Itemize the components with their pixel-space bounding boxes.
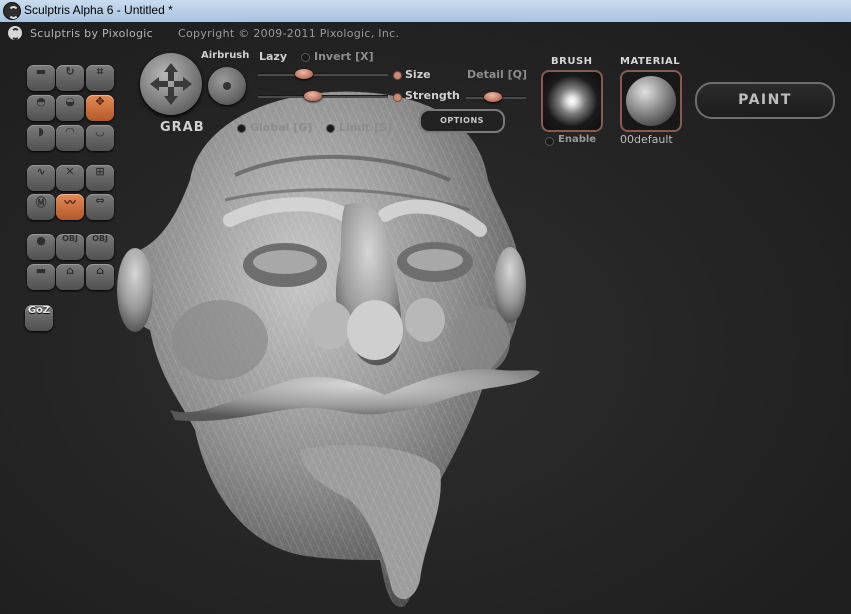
- pinch-icon: ◠: [65, 125, 75, 138]
- grab-label: GRAB: [160, 120, 205, 135]
- wireframe-icon: ⊞: [95, 165, 105, 178]
- plane-icon: ▬: [35, 264, 47, 277]
- size-indicator: [393, 71, 402, 80]
- grab-tool-button[interactable]: ✥: [86, 95, 114, 121]
- save-button[interactable]: ⌂: [56, 264, 84, 290]
- grab-arrows-icon: [150, 63, 192, 105]
- copyright-text: Copyright © 2009-2011 Pixologic, Inc.: [178, 27, 400, 40]
- save-icon: ⌂: [66, 264, 74, 277]
- symmetry-toggle-button[interactable]: 〰: [56, 194, 84, 220]
- strength-indicator: [393, 93, 402, 102]
- flatten-tool-button[interactable]: ◒: [56, 95, 84, 121]
- global-toggle[interactable]: [237, 124, 246, 133]
- limit-toggle[interactable]: [326, 124, 335, 133]
- reduce-tool-button[interactable]: ✕: [56, 165, 84, 191]
- brush-enable-toggle[interactable]: [545, 137, 554, 146]
- symmetry-icon: 〰: [64, 196, 76, 209]
- brush-preview[interactable]: [541, 70, 603, 132]
- options-button[interactable]: OPTIONS: [419, 109, 505, 133]
- rotate-icon: ↻: [65, 65, 75, 78]
- rotate-tool-button[interactable]: ↻: [56, 65, 84, 91]
- crease-tool-button[interactable]: ◡: [86, 125, 114, 151]
- size-slider-track[interactable]: [258, 95, 388, 98]
- import-obj-button[interactable]: OBJ: [56, 234, 84, 260]
- airbrush-label: Airbrush: [201, 50, 250, 61]
- material-sphere-icon: [626, 76, 676, 126]
- window-title-bar: Sculptris Alpha 6 - Untitled *: [0, 0, 851, 23]
- sculptris-app-icon: [3, 2, 21, 20]
- wireframe-toggle-button[interactable]: ⊞: [86, 165, 114, 191]
- new-plane-button[interactable]: ▬: [27, 264, 55, 290]
- strength-label: Strength: [405, 89, 460, 102]
- airbrush-toggle[interactable]: [208, 67, 246, 105]
- draw-icon: ◓: [36, 95, 46, 108]
- size-label: Size: [405, 68, 431, 81]
- save-as-button[interactable]: ⌂: [86, 264, 114, 290]
- open-file-icon: ▬: [35, 65, 47, 78]
- invert-toggle[interactable]: [301, 53, 310, 62]
- open-file-button[interactable]: ▬: [27, 65, 55, 91]
- sculptris-logo-icon: [8, 26, 22, 40]
- material-preview[interactable]: [620, 70, 682, 132]
- window-title: Sculptris Alpha 6 - Untitled *: [24, 3, 173, 17]
- mirror-button[interactable]: ⇔: [86, 194, 114, 220]
- material-name: 00default: [620, 133, 673, 146]
- paint-button[interactable]: PAINT: [695, 82, 835, 119]
- invert-label: Invert [X]: [314, 50, 374, 63]
- save-as-icon: ⌂: [96, 264, 104, 277]
- crop-tool-button[interactable]: ⌗: [86, 65, 114, 91]
- sphere-icon: ●: [36, 234, 46, 247]
- import-obj-label: OBJ: [62, 234, 78, 243]
- detail-slider-knob[interactable]: [484, 92, 502, 102]
- crease-icon: ◡: [95, 125, 105, 138]
- smooth-tool-button[interactable]: ∿: [27, 165, 55, 191]
- sculptris-window: Sculptris Alpha 6 - Untitled * Sculptris…: [0, 0, 851, 614]
- flatten-icon: ◒: [65, 95, 75, 108]
- draw-tool-button[interactable]: ◓: [27, 95, 55, 121]
- export-obj-label: OBJ: [92, 234, 108, 243]
- brush-enable-label: Enable: [558, 134, 597, 145]
- material-title: MATERIAL: [620, 56, 681, 67]
- grab-brush-button[interactable]: [140, 53, 202, 115]
- crop-icon: ⌗: [96, 65, 104, 78]
- inflate-tool-button[interactable]: ◗: [27, 125, 55, 151]
- size-slider-knob[interactable]: [303, 91, 322, 101]
- mirror-arrows-icon: ⇔: [95, 194, 105, 207]
- lazy-slider-track[interactable]: [258, 73, 388, 76]
- mask-icon: Ⓜ: [35, 196, 47, 209]
- export-obj-button[interactable]: OBJ: [86, 234, 114, 260]
- new-sphere-button[interactable]: ●: [27, 234, 55, 260]
- brush-title: BRUSH: [551, 56, 593, 67]
- smooth-icon: ∿: [36, 165, 46, 178]
- detail-label: Detail [Q]: [467, 68, 528, 81]
- inflate-icon: ◗: [38, 125, 44, 138]
- lazy-label: Lazy: [259, 50, 288, 63]
- goz-label: GoZ: [27, 305, 51, 316]
- mask-tool-button[interactable]: Ⓜ: [27, 194, 55, 220]
- reduce-icon: ✕: [65, 165, 75, 178]
- limit-label: Limit [S]: [339, 121, 393, 134]
- pinch-tool-button[interactable]: ◠: [56, 125, 84, 151]
- move-arrows-icon: ✥: [95, 95, 105, 108]
- global-label: Global [G]: [250, 121, 313, 134]
- app-header: Sculptris by Pixologic Copyright © 2009-…: [0, 22, 851, 44]
- goz-button[interactable]: GoZ: [25, 305, 53, 331]
- lazy-slider-knob[interactable]: [294, 69, 313, 79]
- brand-text: Sculptris by Pixologic: [30, 27, 153, 40]
